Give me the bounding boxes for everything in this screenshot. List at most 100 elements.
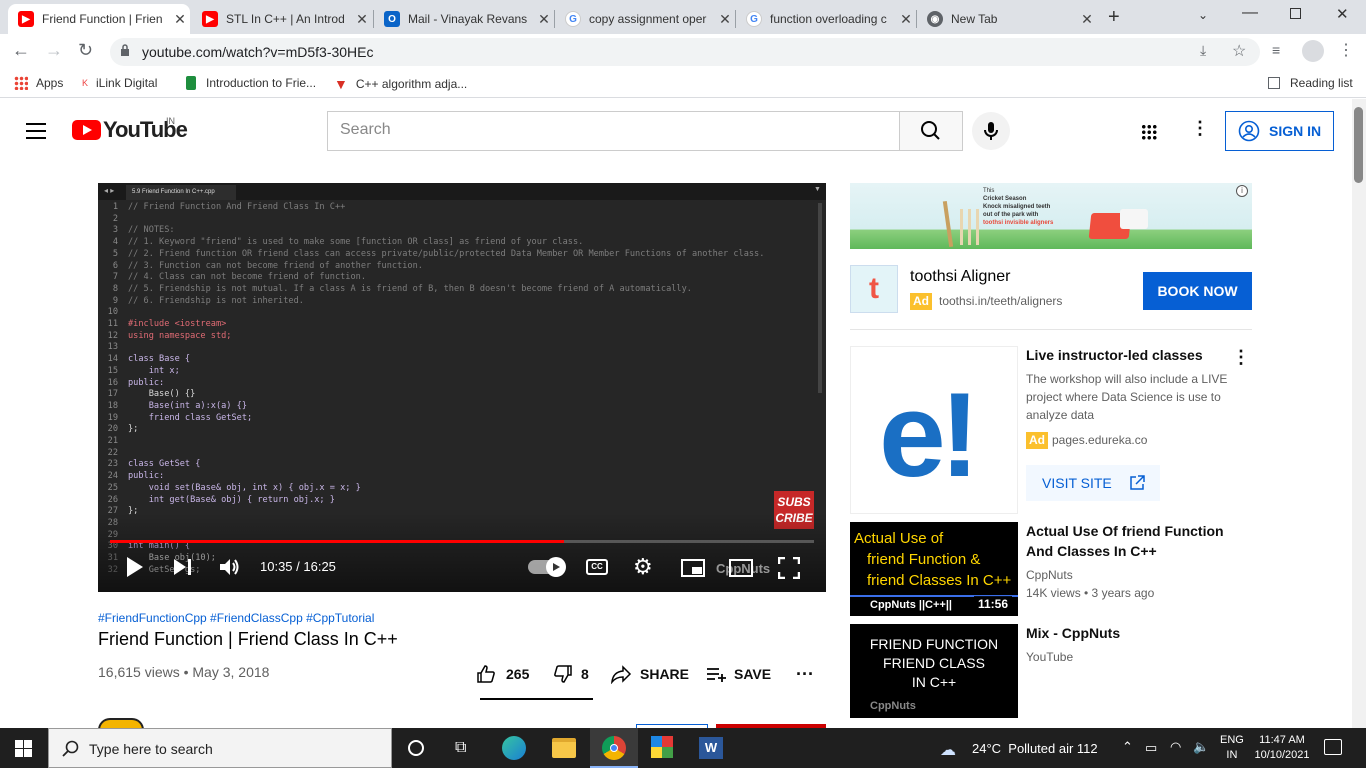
reading-list[interactable]: Reading list [1268, 76, 1353, 90]
notification-icon[interactable] [1324, 739, 1342, 755]
sign-in-button[interactable]: SIGN IN [1225, 111, 1334, 151]
chrome-taskbar-button[interactable] [590, 728, 638, 768]
bookmark-star-icon[interactable]: ☆ [1232, 41, 1246, 61]
tab-new-tab[interactable]: ◉ New Tab ✕ [917, 4, 1097, 34]
next-button[interactable] [173, 558, 193, 576]
word-icon[interactable]: W [699, 737, 723, 759]
ad-url[interactable]: toothsi.in/teeth/aligners [939, 294, 1062, 308]
speaker-icon[interactable]: 🔈 [1193, 739, 1209, 755]
edureka-thumbnail[interactable]: e! [850, 346, 1018, 514]
share-button[interactable]: SHARE [610, 664, 689, 684]
reload-icon[interactable]: ↻ [78, 40, 93, 61]
code-line: 6 // 3. Function can not become friend of… [98, 261, 423, 273]
media-control-icon[interactable]: ≡ [1272, 42, 1280, 58]
miniplayer-button[interactable] [681, 559, 705, 577]
language-indicator[interactable]: ENG IN [1220, 733, 1244, 763]
new-tab-button[interactable]: + [1108, 6, 1120, 29]
weather-text[interactable]: 24°C Polluted air 112 [972, 741, 1098, 756]
back-icon[interactable]: ← [12, 40, 30, 61]
taskbar-search-box[interactable]: Type here to search [48, 728, 392, 768]
close-tab-icon[interactable]: ✕ [170, 11, 190, 28]
battery-icon[interactable]: ▭ [1145, 740, 1157, 756]
search-input[interactable]: Search [327, 111, 900, 151]
app-icon[interactable] [651, 736, 673, 758]
mix-title[interactable]: Mix - CppNuts [1026, 623, 1120, 643]
close-tab-icon[interactable]: ✕ [352, 11, 372, 28]
duration-badge: 11:56 [974, 596, 1013, 612]
weather-icon[interactable]: ☁ [940, 740, 956, 760]
youtube-logo-icon[interactable] [72, 120, 101, 140]
edge-icon[interactable] [502, 736, 526, 760]
video-hashtags[interactable]: #FriendFunctionCpp #FriendClassCpp #CppT… [98, 611, 374, 625]
chrome-menu-icon[interactable]: ⋮ [1338, 40, 1354, 60]
tab-stl[interactable]: ▶ STL In C++ | An Introd ✕ [192, 4, 372, 34]
restore-icon[interactable] [1290, 8, 1301, 19]
like-button[interactable]: 265 [476, 664, 529, 684]
promo-title[interactable]: Live instructor-led classes [1026, 345, 1203, 365]
minimize-icon[interactable]: — [1242, 4, 1258, 22]
ad-advertiser-name[interactable]: toothsi Aligner [910, 268, 1011, 286]
captions-button[interactable]: CC [586, 559, 608, 575]
hamburger-menu-icon[interactable] [26, 123, 46, 139]
settings-gear-icon[interactable]: ⚙ [633, 556, 653, 578]
related-video-channel[interactable]: CppNuts [1026, 566, 1073, 584]
promo-menu-icon[interactable]: ⋮ [1232, 347, 1250, 368]
forward-icon[interactable]: → [45, 40, 63, 61]
search-button[interactable] [899, 111, 963, 151]
apps-grid-icon[interactable] [1141, 124, 1157, 140]
toothsi-logo[interactable]: t [850, 265, 898, 313]
fullscreen-button[interactable] [778, 557, 800, 579]
tab-mail[interactable]: O Mail - Vinayak Revans ✕ [374, 4, 554, 34]
video-player[interactable]: ◂ ▸ 5.9 Friend Function In C++.cpp ▼ 1 //… [98, 183, 826, 592]
tray-overflow-icon[interactable]: ⌃ [1122, 739, 1133, 755]
channel-watermark[interactable]: CppNuts [716, 561, 770, 576]
related-video-title[interactable]: Actual Use Of friend Function And Classe… [1026, 521, 1226, 561]
ad-info-icon[interactable]: i [1236, 185, 1248, 197]
scrollbar-thumb[interactable] [1354, 107, 1363, 183]
close-window-icon[interactable]: ✕ [1336, 5, 1349, 23]
profile-avatar[interactable] [1302, 40, 1324, 62]
close-tab-icon[interactable]: ✕ [1077, 11, 1097, 28]
close-tab-icon[interactable]: ✕ [896, 11, 916, 28]
bookmark-intro-friend[interactable]: Introduction to Frie... [186, 76, 316, 90]
close-tab-icon[interactable]: ✕ [715, 11, 735, 28]
visit-site-button[interactable]: VISIT SITE [1026, 465, 1160, 501]
page-scrollbar[interactable] [1352, 99, 1366, 728]
line-number: 23 [107, 459, 118, 470]
bookmark-ilink[interactable]: K iLink Digital [82, 76, 157, 90]
code-line: 16 public: [98, 378, 165, 390]
autoplay-toggle[interactable] [528, 557, 566, 577]
settings-menu-icon[interactable]: ⋮ [1191, 118, 1209, 139]
code-text: // NOTES: [128, 225, 175, 236]
tab-search-icon[interactable]: ⌄ [1198, 8, 1208, 22]
more-actions-icon[interactable]: ··· [796, 664, 814, 685]
tab-function-overloading[interactable]: G function overloading c ✕ [736, 4, 916, 34]
windows-start-icon[interactable] [15, 740, 32, 757]
mix-thumbnail[interactable]: FRIEND FUNCTION FRIEND CLASS IN C++ CppN… [850, 624, 1018, 718]
voice-search-button[interactable] [972, 112, 1010, 150]
mix-channel: YouTube [1026, 650, 1074, 664]
tab-copy-assignment[interactable]: G copy assignment oper ✕ [555, 4, 735, 34]
file-explorer-icon[interactable] [552, 738, 576, 758]
save-button[interactable]: SAVE [706, 664, 771, 684]
clock[interactable]: 11:47 AM 10/10/2021 [1252, 733, 1312, 763]
cortana-icon[interactable] [408, 740, 424, 756]
wifi-icon[interactable]: ◠ [1170, 739, 1181, 755]
play-button[interactable] [126, 556, 144, 578]
close-tab-icon[interactable]: ✕ [534, 11, 554, 28]
omnibox[interactable]: youtube.com/watch?v=mD5f3-30HEc ⤓ ☆ [110, 38, 1260, 66]
bookmark-cpp-algorithm[interactable]: ▼ C++ algorithm adja... [334, 76, 467, 92]
volume-button[interactable] [219, 557, 241, 577]
fullscreen-icon [778, 557, 800, 579]
progress-track[interactable] [110, 540, 814, 543]
tab-friend-function[interactable]: ▶ Friend Function | Frien ✕ [8, 4, 190, 34]
bookmark-apps[interactable]: Apps [14, 76, 63, 90]
dislike-button[interactable]: 8 [553, 664, 589, 684]
code-line: 23 class GetSet { [98, 459, 201, 471]
promo-url[interactable]: pages.edureka.co [1052, 431, 1147, 449]
ad-banner[interactable]: This Cricket Season Knock misaligned tee… [850, 183, 1252, 249]
book-now-button[interactable]: BOOK NOW [1143, 272, 1252, 310]
task-view-icon[interactable]: ⧉ [455, 739, 466, 757]
install-icon[interactable]: ⤓ [1200, 42, 1206, 59]
related-video-thumbnail[interactable]: Actual Use of friend Function & friend C… [850, 522, 1018, 616]
